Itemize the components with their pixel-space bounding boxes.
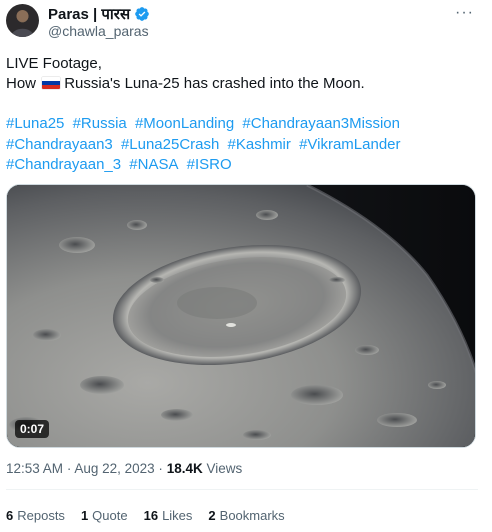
verified-badge-icon [134,6,150,22]
russia-flag-icon [42,77,61,89]
quotes-stat[interactable]: 1 Quote [81,508,128,523]
author-display-name[interactable]: Paras | पारस [48,4,130,24]
tweet-text: LIVE Footage, How Russia's Luna-25 has c… [6,54,365,94]
hashtag-link[interactable]: #Kashmir [228,136,291,153]
hashtag-link[interactable]: #Luna25Crash [121,136,219,153]
tweet-text-prefix: How [6,75,37,92]
hashtag-link[interactable]: #Russia [73,115,127,132]
meta-separator: · [158,461,163,476]
views-label: Views [206,461,243,476]
tweet-text-line-2: How Russia's Luna-25 has crashed into th… [6,74,365,94]
bookmarks-stat[interactable]: 2 Bookmarks [208,508,284,523]
hashtag-link[interactable]: #ISRO [187,156,232,173]
tweet-meta: 12:53 AM · Aug 22, 2023 · 18.4K Views [6,461,242,476]
tweet-text-line-1: LIVE Footage, [6,55,102,72]
engagement-stats: 6 Reposts 1 Quote 16 Likes 2 Bookmarks [6,508,285,523]
divider [6,489,478,490]
more-options-icon[interactable]: ··· [455,5,474,21]
author-handle[interactable]: @chawla_paras [48,23,149,39]
bookmarks-label: Bookmarks [219,508,285,523]
author-name-row: Paras | पारस [48,4,150,24]
tweet-detail: Paras | पारस @chawla_paras ··· LIVE Foot… [0,0,492,532]
tweet-text-suffix: Russia's Luna-25 has crashed into the Mo… [64,75,365,92]
hashtag-link[interactable]: #Chandrayaan3Mission [242,115,400,132]
post-time[interactable]: 12:53 AM [6,461,63,476]
hashtag-link[interactable]: #Chandrayaan_3 [6,156,121,173]
hashtag-list: #Luna25 #Russia #MoonLanding #Chandrayaa… [6,114,476,176]
likes-label: Likes [162,508,193,523]
views-count: 18.4K [166,461,203,476]
likes-count: 16 [143,508,159,523]
avatar[interactable] [6,4,39,37]
likes-stat[interactable]: 16 Likes [144,508,193,523]
hashtag-link[interactable]: #Chandrayaan3 [6,136,113,153]
reposts-stat[interactable]: 6 Reposts [6,508,65,523]
quotes-label: Quote [92,508,128,523]
hashtag-link[interactable]: #NASA [129,156,178,173]
bookmarks-count: 2 [208,508,216,523]
video-player[interactable]: 0:07 [6,184,476,448]
quotes-count: 1 [80,508,89,523]
moon-surface-video-frame [7,185,475,447]
hashtag-link[interactable]: #Luna25 [6,115,64,132]
video-timecode: 0:07 [15,420,50,438]
reposts-label: Reposts [17,508,65,523]
hashtag-link[interactable]: #MoonLanding [135,115,234,132]
hashtag-link[interactable]: #VikramLander [299,136,400,153]
meta-separator: · [66,461,72,476]
post-date[interactable]: Aug 22, 2023 [74,461,154,476]
reposts-count: 6 [6,508,14,523]
